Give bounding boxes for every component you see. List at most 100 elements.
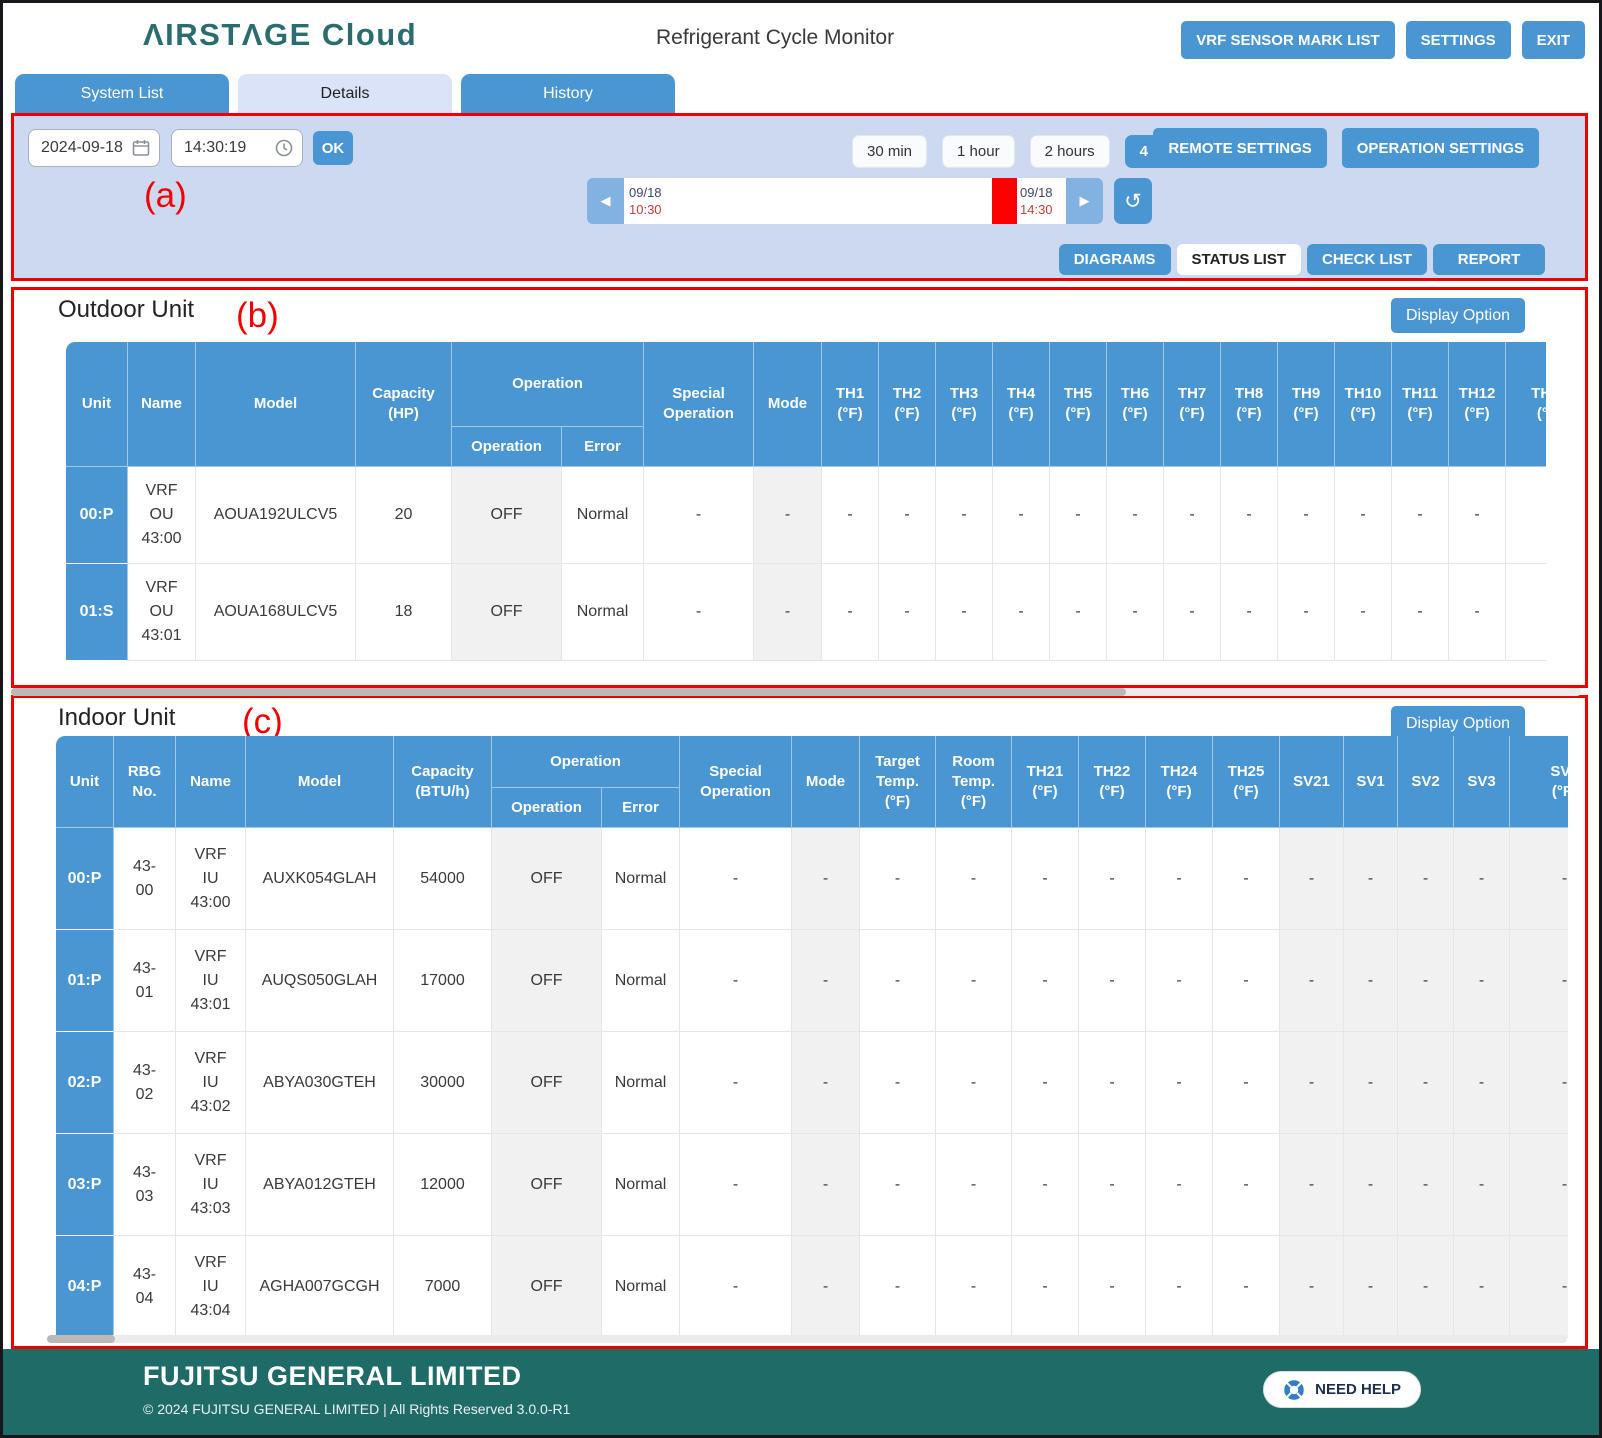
outdoor-display-option-button[interactable]: Display Option (1391, 298, 1525, 333)
indoor-scrollbar-thumb[interactable] (47, 1335, 115, 1343)
column-header: TH4 (°F) (993, 342, 1050, 467)
cell: - (1079, 930, 1146, 1032)
timeline-right-arrow-button[interactable]: ▶ (1066, 178, 1103, 224)
cell: 30000 (394, 1032, 492, 1134)
unit-cell: 01:P (56, 930, 114, 1032)
cell: - (792, 930, 860, 1032)
column-header: Target Temp. (°F) (860, 736, 936, 828)
ok-button[interactable]: OK (313, 131, 353, 165)
column-header: Name (128, 342, 196, 467)
cell: - (1335, 564, 1392, 661)
cell: - (822, 467, 879, 564)
column-header: TH11 (°F) (1392, 342, 1449, 467)
cell: - (1079, 1236, 1146, 1338)
tab-system-list[interactable]: System List (15, 74, 229, 114)
cell: - (993, 564, 1050, 661)
cell: 43- 02 (114, 1032, 176, 1134)
outdoor-horizontal-scrollbar[interactable] (11, 688, 1581, 696)
range-button-1-hour[interactable]: 1 hour (942, 135, 1015, 168)
cell: OFF (452, 467, 562, 564)
control-bar: OK (a) 30 min1 hour2 hours4 hours REMOTE… (11, 113, 1588, 281)
cell: - (1146, 1134, 1213, 1236)
operation-settings-button[interactable]: OPERATION SETTINGS (1342, 128, 1539, 168)
header-button-settings[interactable]: SETTINGS (1406, 21, 1511, 59)
cell: OFF (492, 1236, 602, 1338)
header-buttons: VRF SENSOR MARK LIST SETTINGS EXIT (1181, 21, 1585, 59)
unit-cell: 01:S (66, 564, 128, 661)
column-subheader: Error (562, 427, 644, 467)
cell: ABYA012GTEH (246, 1134, 394, 1236)
indoor-table: UnitRBG No.NameModelCapacity (BTU/h)Oper… (56, 736, 1568, 1338)
table-row: 03:P43- 03VRF IU 43:03ABYA012GTEH12000OF… (56, 1134, 1568, 1236)
cell: - (860, 930, 936, 1032)
need-help-button[interactable]: NEED HELP (1263, 1371, 1421, 1408)
column-header: TH24 (°F) (1146, 736, 1213, 828)
timeline-track[interactable]: 09/18 10:30 09/18 14:30 (624, 178, 1066, 224)
cell: - (1280, 1032, 1344, 1134)
column-header: TH7 (°F) (1164, 342, 1221, 467)
cell: AGHA007GCGH (246, 1236, 394, 1338)
cell: - (993, 467, 1050, 564)
annotation-b: (b) (236, 296, 279, 336)
timeline-end-date: 09/18 (1020, 184, 1053, 201)
header-button-exit[interactable]: EXIT (1522, 21, 1585, 59)
footer-copyright: © 2024 FUJITSU GENERAL LIMITED | All Rig… (143, 1401, 570, 1417)
cell: - (1012, 828, 1079, 930)
column-header: Model (246, 736, 394, 828)
lifebuoy-icon (1283, 1379, 1305, 1401)
column-header: RBG No. (114, 736, 176, 828)
indoor-horizontal-scrollbar[interactable] (47, 1335, 1567, 1343)
range-button-30-min[interactable]: 30 min (852, 135, 927, 168)
cell: - (1344, 1032, 1398, 1134)
cell: - (1510, 828, 1568, 930)
cell: - (860, 1236, 936, 1338)
table-row: 00:P43- 00VRF IU 43:00AUXK054GLAH54000OF… (56, 828, 1568, 930)
header-button-vrf-sensor-mark-list[interactable]: VRF SENSOR MARK LIST (1181, 21, 1394, 59)
cell: - (1454, 1134, 1510, 1236)
cell: Normal (562, 467, 644, 564)
column-header: TH10 (°F) (1335, 342, 1392, 467)
column-header: Room Temp. (°F) (936, 736, 1012, 828)
tab-details[interactable]: Details (238, 74, 452, 114)
column-header: Mode (754, 342, 822, 467)
cell: - (1278, 564, 1335, 661)
cell: - (1398, 828, 1454, 930)
tab-history[interactable]: History (461, 74, 675, 114)
cell: - (879, 564, 936, 661)
cell: 43- 00 (114, 828, 176, 930)
cell: AUQS050GLAH (246, 930, 394, 1032)
view-button-report[interactable]: REPORT (1433, 244, 1545, 275)
cell: AUXK054GLAH (246, 828, 394, 930)
timeline-start-time: 10:30 (629, 201, 662, 218)
indoor-unit-title: Indoor Unit (58, 704, 175, 732)
column-header: SV4 (°F) (1510, 736, 1568, 828)
remote-settings-button[interactable]: REMOTE SETTINGS (1153, 128, 1326, 168)
cell: VRF IU 43:03 (176, 1134, 246, 1236)
range-button-2-hours[interactable]: 2 hours (1030, 135, 1110, 168)
cell: - (1221, 467, 1278, 564)
cell: Normal (602, 1032, 680, 1134)
column-subheader: Operation (452, 427, 562, 467)
cell: VRF IU 43:01 (176, 930, 246, 1032)
cell: ABYA030GTEH (246, 1032, 394, 1134)
timeline-handle[interactable] (992, 178, 1017, 224)
view-button-check-list[interactable]: CHECK LIST (1307, 244, 1427, 275)
cell: 43- 03 (114, 1134, 176, 1236)
timeline-left-arrow-button[interactable]: ◀ (587, 178, 624, 224)
cell: - (1454, 1032, 1510, 1134)
cell: - (936, 828, 1012, 930)
cell: 17000 (394, 930, 492, 1032)
cell: - (1012, 930, 1079, 1032)
column-header: Unit (56, 736, 114, 828)
view-button-status-list[interactable]: STATUS LIST (1177, 244, 1301, 275)
cell: - (1454, 828, 1510, 930)
refresh-button[interactable]: ↺ (1114, 178, 1152, 224)
cell: - (680, 930, 792, 1032)
cell: - (1280, 1236, 1344, 1338)
outdoor-scrollbar-thumb[interactable] (11, 688, 1126, 696)
view-button-diagrams[interactable]: DIAGRAMS (1059, 244, 1171, 275)
cell: - (1280, 828, 1344, 930)
cell: Normal (602, 1134, 680, 1236)
table-row: 02:P43- 02VRF IU 43:02ABYA030GTEH30000OF… (56, 1032, 1568, 1134)
cell: - (792, 1134, 860, 1236)
